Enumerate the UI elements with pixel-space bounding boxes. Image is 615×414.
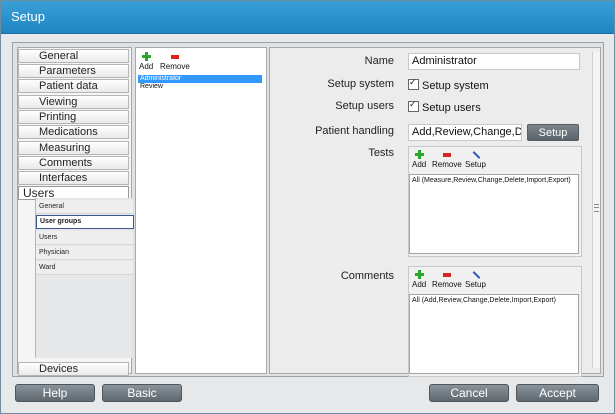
accept-button[interactable]: Accept — [516, 384, 599, 402]
setup-users-checkbox[interactable]: Setup users — [408, 99, 481, 114]
remove-group-label: Remove — [160, 62, 190, 71]
tests-add-label: Add — [412, 160, 427, 169]
subnav-user-groups[interactable]: User groups — [36, 215, 134, 229]
remove-minus-icon — [442, 153, 451, 157]
group-details-form: Name Administrator Setup system Setup sy… — [269, 47, 601, 377]
list-item[interactable]: Review — [138, 83, 262, 91]
patient-handling-label: Patient handling — [315, 125, 394, 137]
setup-users-check-label: Setup users — [422, 102, 481, 114]
comments-setup-label: Setup — [465, 280, 486, 289]
nav-item-general[interactable]: General — [18, 49, 129, 63]
tests-remove-label: Remove — [432, 160, 462, 169]
setup-wrench-icon — [471, 270, 480, 279]
comments-setup-button[interactable]: Setup — [465, 270, 486, 289]
add-group-label: Add — [139, 62, 154, 71]
basic-button[interactable]: Basic — [102, 384, 182, 402]
title-bar: Setup — [1, 1, 614, 34]
nav-item-medications[interactable]: Medications — [18, 125, 129, 139]
tests-label: Tests — [368, 147, 394, 159]
comments-add-label: Add — [412, 280, 427, 289]
form-scrollbar[interactable] — [592, 52, 600, 368]
comments-remove-button[interactable]: Remove — [432, 270, 462, 289]
nav-item-interfaces[interactable]: Interfaces — [18, 171, 129, 185]
setup-users-label: Setup users — [335, 100, 394, 112]
checkbox-checked-icon — [408, 77, 419, 90]
user-group-list-pane: Add Remove Administrator Review — [135, 47, 267, 374]
comments-list[interactable]: All (Add,Review,Change,Delete,Import,Exp… — [409, 294, 579, 374]
window-title: Setup — [11, 9, 45, 24]
subnav-ward[interactable]: Ward — [36, 261, 133, 275]
add-plus-icon — [142, 52, 152, 61]
scroll-grip-icon[interactable] — [594, 204, 599, 212]
nav-item-comments[interactable]: Comments — [18, 156, 129, 170]
name-field[interactable]: Administrator — [408, 53, 580, 70]
remove-minus-icon — [170, 55, 179, 59]
tests-add-button[interactable]: Add — [412, 150, 426, 169]
nav-item-patient-data[interactable]: Patient data — [18, 79, 129, 93]
name-label: Name — [364, 55, 394, 67]
nav-item-parameters[interactable]: Parameters — [18, 64, 129, 78]
users-subnav: General User groups Users Physician Ward — [35, 198, 134, 358]
patient-handling-setup-button[interactable]: Setup — [527, 124, 579, 141]
tests-setup-label: Setup — [465, 160, 486, 169]
cancel-button[interactable]: Cancel — [429, 384, 509, 402]
tests-panel: Add Remove Setup All (Measure,Review,Cha… — [408, 146, 582, 257]
user-group-list: Administrator Review — [138, 75, 262, 91]
tests-list[interactable]: All (Measure,Review,Change,Delete,Import… — [409, 174, 579, 254]
setup-window: Setup General Parameters Patient data Vi… — [0, 0, 615, 414]
setup-system-label: Setup system — [327, 78, 394, 90]
tests-remove-button[interactable]: Remove — [432, 150, 462, 169]
add-plus-icon — [415, 270, 425, 279]
add-group-button[interactable]: Add — [139, 52, 153, 71]
tests-setup-button[interactable]: Setup — [465, 150, 486, 169]
comments-label: Comments — [340, 270, 394, 282]
setup-wrench-icon — [471, 150, 480, 159]
nav-panel: General Parameters Patient data Viewing … — [17, 47, 134, 376]
nav-item-viewing[interactable]: Viewing — [18, 95, 129, 109]
remove-group-button[interactable]: Remove — [160, 52, 190, 71]
comments-panel: Add Remove Setup All (Add,Review,Change,… — [408, 266, 582, 377]
help-button[interactable]: Help — [15, 384, 95, 402]
checkbox-checked-icon — [408, 99, 419, 112]
setup-system-checkbox[interactable]: Setup system — [408, 77, 489, 92]
nav-item-devices[interactable]: Devices — [18, 362, 129, 376]
add-plus-icon — [415, 150, 425, 159]
patient-handling-field[interactable]: Add,Review,Change,De — [408, 124, 522, 141]
list-item[interactable]: Administrator — [138, 75, 262, 83]
subnav-users[interactable]: Users — [36, 231, 133, 245]
nav-item-printing[interactable]: Printing — [18, 110, 129, 124]
subnav-general[interactable]: General — [36, 200, 133, 214]
remove-minus-icon — [442, 273, 451, 277]
setup-system-check-label: Setup system — [422, 80, 489, 92]
comments-add-button[interactable]: Add — [412, 270, 426, 289]
content-area: General Parameters Patient data Viewing … — [12, 42, 604, 377]
nav-item-measuring[interactable]: Measuring — [18, 141, 129, 155]
subnav-physician[interactable]: Physician — [36, 246, 133, 260]
comments-remove-label: Remove — [432, 280, 462, 289]
